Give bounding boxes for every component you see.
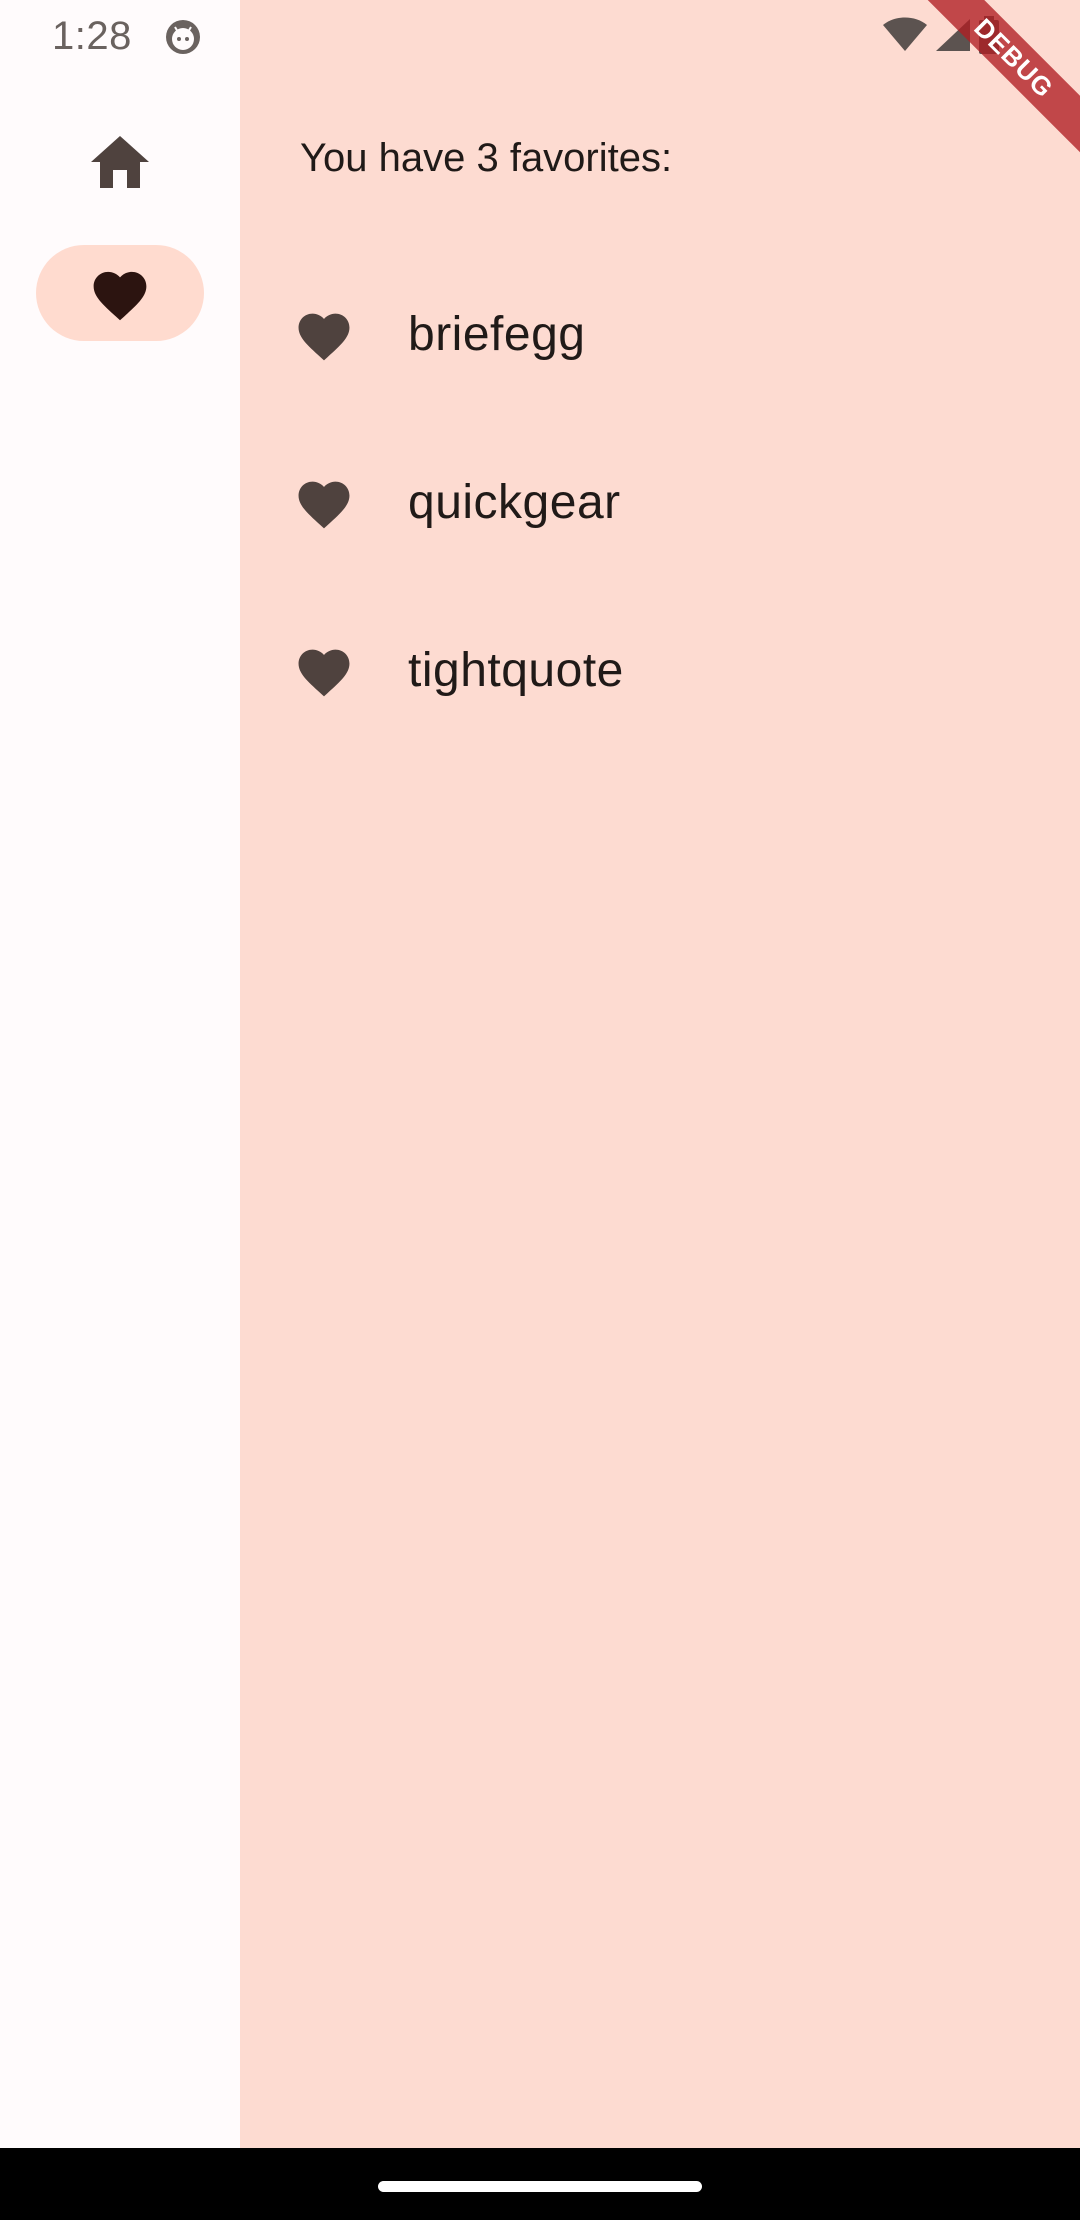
system-navigation-bar — [0, 2148, 1080, 2220]
home-icon — [91, 136, 149, 188]
app-window: 1:28 You have 3 favorites: briefegg quic… — [0, 0, 1080, 2220]
android-debug-icon — [166, 20, 200, 54]
list-item[interactable]: briefegg — [240, 250, 1080, 418]
nav-item-favorites[interactable] — [36, 245, 204, 341]
status-time: 1:28 — [52, 14, 132, 58]
navigation-rail: 1:28 — [0, 0, 240, 2148]
list-item[interactable]: quickgear — [240, 418, 1080, 586]
list-item[interactable]: tightquote — [240, 586, 1080, 754]
favorites-list: briefegg quickgear tightquote — [240, 250, 1080, 754]
heart-icon — [292, 470, 356, 534]
heart-icon — [292, 302, 356, 366]
heart-icon — [93, 271, 147, 321]
favorite-label: quickgear — [408, 475, 621, 529]
favorites-page: You have 3 favorites: briefegg quickgear… — [240, 0, 1080, 2148]
favorite-label: tightquote — [408, 643, 624, 697]
gesture-handle[interactable] — [378, 2181, 702, 2192]
heart-icon — [292, 638, 356, 702]
nav-item-home[interactable] — [36, 114, 204, 210]
favorite-label: briefegg — [408, 307, 586, 361]
favorites-count-title: You have 3 favorites: — [300, 136, 673, 180]
